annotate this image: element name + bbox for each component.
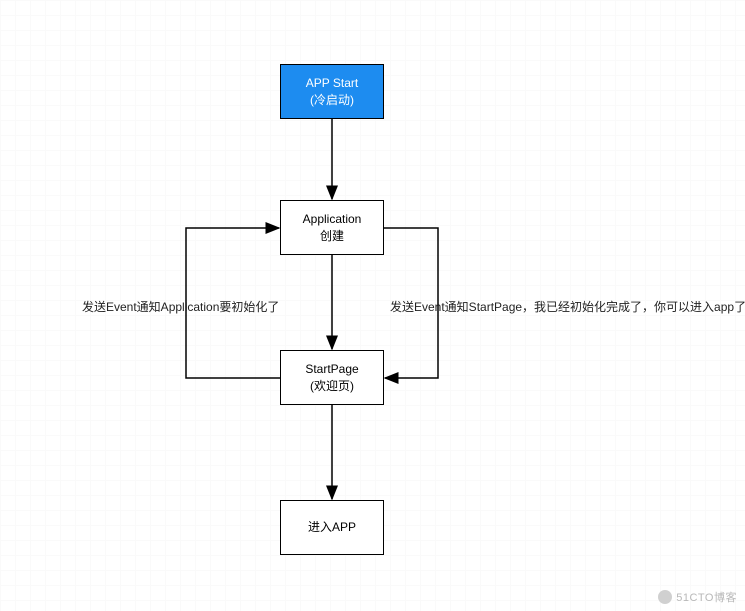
node-subtitle: 创建 (320, 228, 344, 245)
node-title: 进入APP (308, 519, 356, 536)
node-subtitle: (冷启动) (310, 92, 354, 109)
node-title: Application (303, 211, 362, 228)
node-app-start: APP Start (冷启动) (280, 64, 384, 119)
node-application: Application 创建 (280, 200, 384, 255)
node-subtitle: (欢迎页) (310, 378, 354, 395)
node-enter-app: 进入APP (280, 500, 384, 555)
node-title: StartPage (305, 361, 358, 378)
edge-label-left: 发送Event通知Application要初始化了 (82, 298, 279, 315)
watermark: 51CTO博客 (658, 589, 737, 605)
watermark-logo-icon (658, 590, 672, 604)
edge-label-right: 发送Event通知StartPage，我已经初始化完成了，你可以进入app了 (390, 298, 745, 315)
node-title: APP Start (306, 75, 358, 92)
node-start-page: StartPage (欢迎页) (280, 350, 384, 405)
watermark-text: 51CTO博客 (676, 589, 737, 605)
